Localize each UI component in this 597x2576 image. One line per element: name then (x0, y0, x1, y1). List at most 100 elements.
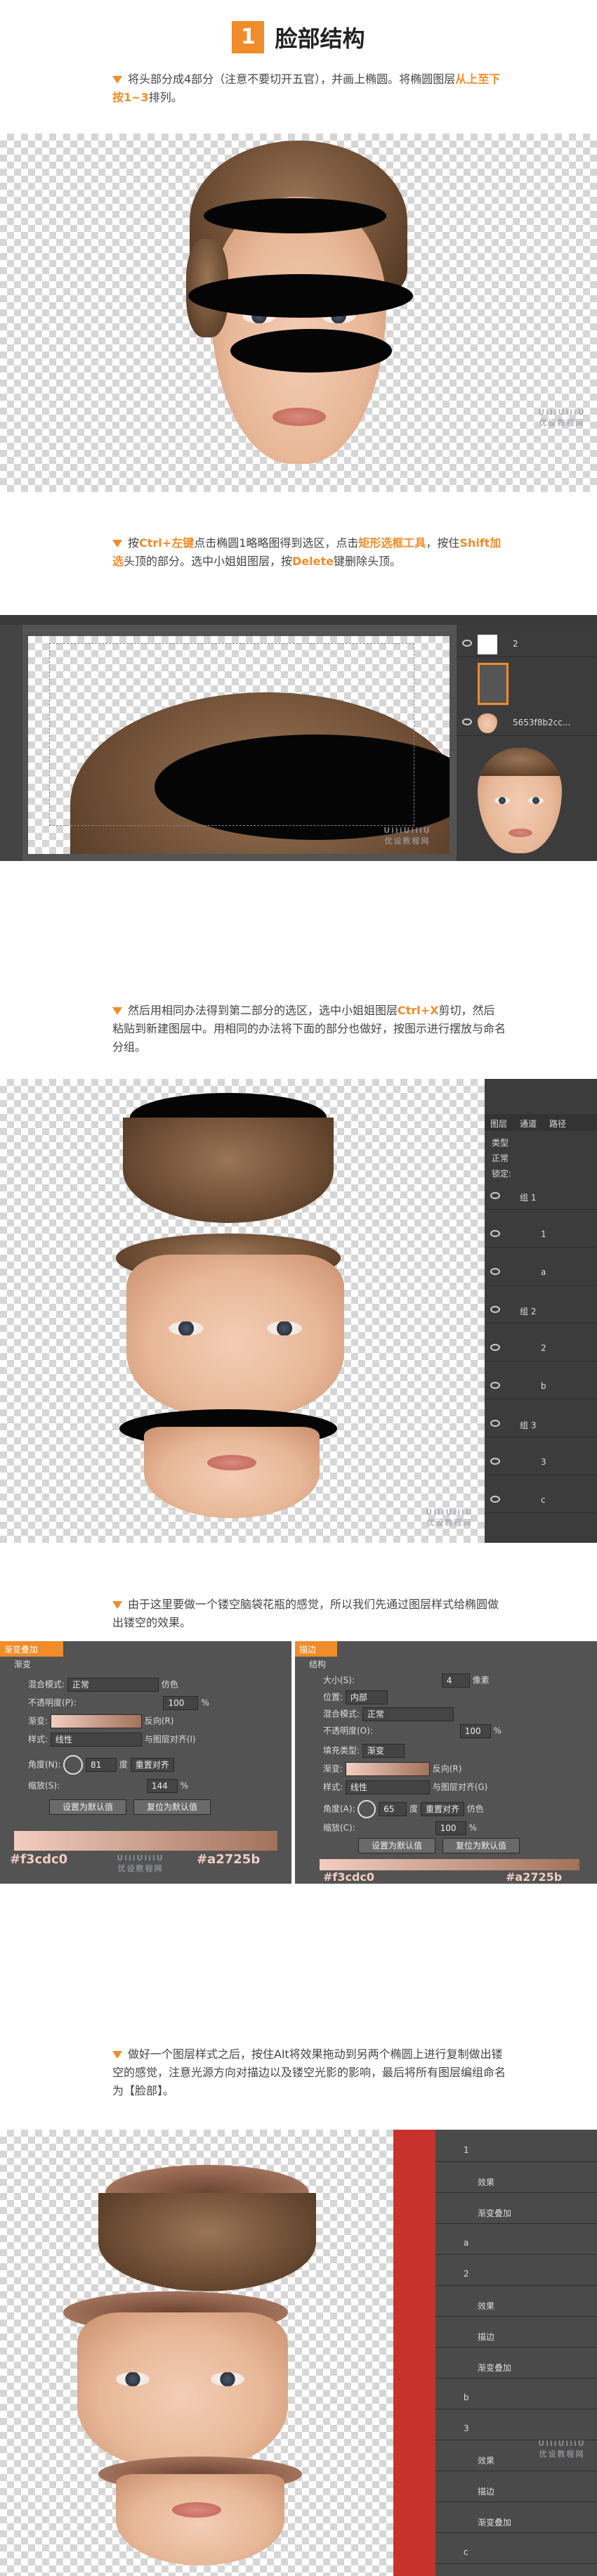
dialog-tab-gradient-overlay[interactable]: 渐变叠加 (0, 1641, 63, 1657)
position-label: 位置: (323, 1692, 343, 1702)
angle-dial[interactable] (63, 1755, 84, 1775)
layer-row[interactable]: 渐变叠加 (435, 2353, 597, 2378)
visibility-eye-icon[interactable] (490, 1192, 500, 1199)
angle-dial[interactable] (357, 1800, 376, 1818)
layer-row[interactable]: 2 (457, 632, 597, 657)
opacity-input[interactable]: 100 (459, 1724, 491, 1738)
layer-name: 3 (464, 2423, 469, 2433)
visibility-eye-icon[interactable] (462, 640, 472, 647)
step-text-fragment: 按 (128, 536, 140, 550)
visibility-eye-icon[interactable] (490, 1344, 500, 1351)
layer-name: 2 (513, 639, 518, 649)
ellipse-2 (188, 274, 413, 318)
layer-row[interactable]: 渐变叠加 (435, 2508, 597, 2533)
layer-name: 渐变叠加 (478, 2518, 512, 2528)
lips (172, 2502, 221, 2518)
dither-checkbox[interactable]: 仿色 (162, 1680, 178, 1690)
filter-kind[interactable]: 类型 (492, 1137, 509, 1148)
layer-group-row[interactable]: 组 2 (485, 1298, 597, 1323)
dialog-tab-stroke[interactable]: 描边 (295, 1641, 337, 1657)
visibility-eye-icon[interactable] (490, 1420, 500, 1427)
visibility-eye-icon[interactable] (490, 1458, 500, 1465)
layer-row[interactable]: c (485, 1488, 597, 1513)
layer-row[interactable]: 2 (435, 2260, 597, 2286)
layer-row[interactable]: 3 (435, 2415, 597, 2440)
layer-name: 效果 (478, 2456, 495, 2466)
bottom-face-part (116, 2474, 284, 2565)
watermark: UiiiUiiiU 优设教程网 (379, 826, 435, 846)
opacity-label: 不透明度(P): (28, 1697, 77, 1708)
visibility-eye-icon[interactable] (462, 718, 472, 725)
triangle-bullet-icon (112, 540, 122, 548)
gradient-bar[interactable] (14, 1831, 277, 1851)
dither-checkbox[interactable]: 仿色 (467, 1804, 484, 1814)
layer-group-row[interactable]: 组 3 (485, 1412, 597, 1437)
right-eye (528, 797, 544, 804)
degree-unit: 度 (409, 1804, 419, 1814)
style-select[interactable]: 线性 (345, 1780, 430, 1794)
layer-row[interactable]: 描边 (435, 2477, 597, 2502)
scale-input[interactable]: 144 (146, 1779, 178, 1793)
blend-mode-select[interactable]: 正常 (362, 1707, 454, 1721)
reset-alignment-button[interactable]: 重置对齐 (130, 1758, 174, 1772)
layer-row[interactable]: b (485, 1374, 597, 1399)
layer-row[interactable]: c (435, 2539, 597, 2564)
layer-row[interactable]: 效果 (435, 2446, 597, 2471)
scale-input[interactable]: 100 (435, 1821, 466, 1835)
highlighted-keyword: Ctrl+X (398, 1004, 439, 1017)
visibility-eye-icon[interactable] (490, 1268, 500, 1275)
blend-mode-select[interactable]: 正常 (67, 1678, 159, 1692)
angle-input[interactable]: 81 (86, 1758, 117, 1772)
set-default-button[interactable]: 设置为默认值 (49, 1799, 126, 1815)
layer-name: b (464, 2393, 469, 2402)
fill-type-select[interactable]: 渐变 (362, 1744, 405, 1758)
align-with-layer-checkbox[interactable]: 与图层对齐(G) (433, 1782, 488, 1792)
reset-alignment-button[interactable]: 重置对齐 (420, 1802, 464, 1816)
blend-mode-select[interactable]: 正常 (492, 1152, 509, 1164)
reverse-checkbox[interactable]: 反向(R) (145, 1716, 174, 1726)
layer-row[interactable]: b (435, 2384, 597, 2409)
opacity-input[interactable]: 100 (163, 1696, 199, 1710)
set-default-button[interactable]: 设置为默认值 (358, 1838, 435, 1853)
fill-type-label: 填充类型: (323, 1745, 360, 1756)
layer-row[interactable]: 2 (485, 1336, 597, 1361)
reset-default-button[interactable]: 复位为默认值 (442, 1838, 520, 1853)
visibility-eye-icon[interactable] (490, 1230, 500, 1237)
angle-input[interactable]: 65 (379, 1802, 407, 1816)
layer-row[interactable]: 3 (485, 1450, 597, 1475)
step-text-fragment: 将头部分成4部分（注意不要切开五官），并画上椭圆。 (128, 72, 400, 86)
size-label: 大小(S): (323, 1675, 355, 1685)
layer-row[interactable]: 渐变叠加 (435, 2199, 597, 2224)
top-hair-part (98, 2193, 316, 2291)
layer-row[interactable]: a (485, 1260, 597, 1286)
marquee-selection[interactable] (49, 643, 414, 826)
style-select[interactable]: 线性 (50, 1733, 142, 1747)
gradient-bar[interactable] (320, 1859, 579, 1870)
scale-label: 缩放(C): (323, 1823, 355, 1833)
visibility-eye-icon[interactable] (490, 1382, 500, 1389)
align-with-layer-checkbox[interactable]: 与图层对齐(I) (145, 1735, 196, 1745)
gradient-swatch[interactable] (50, 1714, 142, 1728)
group-color-strip (393, 2130, 435, 2576)
gradient-swatch[interactable] (345, 1762, 430, 1776)
layer-row[interactable]: 5653f8b2cc... (457, 711, 597, 736)
layer-row[interactable]: 效果 (435, 2291, 597, 2317)
reset-default-button[interactable]: 复位为默认值 (133, 1799, 211, 1815)
layer-row[interactable]: a (435, 2229, 597, 2255)
reverse-checkbox[interactable]: 反向(R) (433, 1764, 462, 1774)
visibility-eye-icon[interactable] (490, 1306, 500, 1313)
tab-layers[interactable]: 图层 (490, 1118, 507, 1130)
selected-ellipse-thumbnail[interactable] (478, 663, 509, 705)
layer-row[interactable]: 效果 (435, 2168, 597, 2193)
visibility-eye-icon[interactable] (490, 1496, 500, 1503)
style-label: 样式: (28, 1734, 48, 1745)
layer-group-row[interactable]: 组 1 (485, 1184, 597, 1210)
layer-row[interactable]: 描边 (435, 2322, 597, 2348)
tab-paths[interactable]: 路径 (549, 1118, 566, 1130)
layer-row[interactable]: 1 (485, 1222, 597, 1248)
size-input[interactable]: 4 (441, 1674, 470, 1688)
tab-channels[interactable]: 通道 (520, 1118, 537, 1130)
layer-name: 5653f8b2cc... (513, 718, 571, 727)
layer-row[interactable]: 1 (435, 2137, 597, 2162)
position-select[interactable]: 内部 (345, 1690, 388, 1704)
